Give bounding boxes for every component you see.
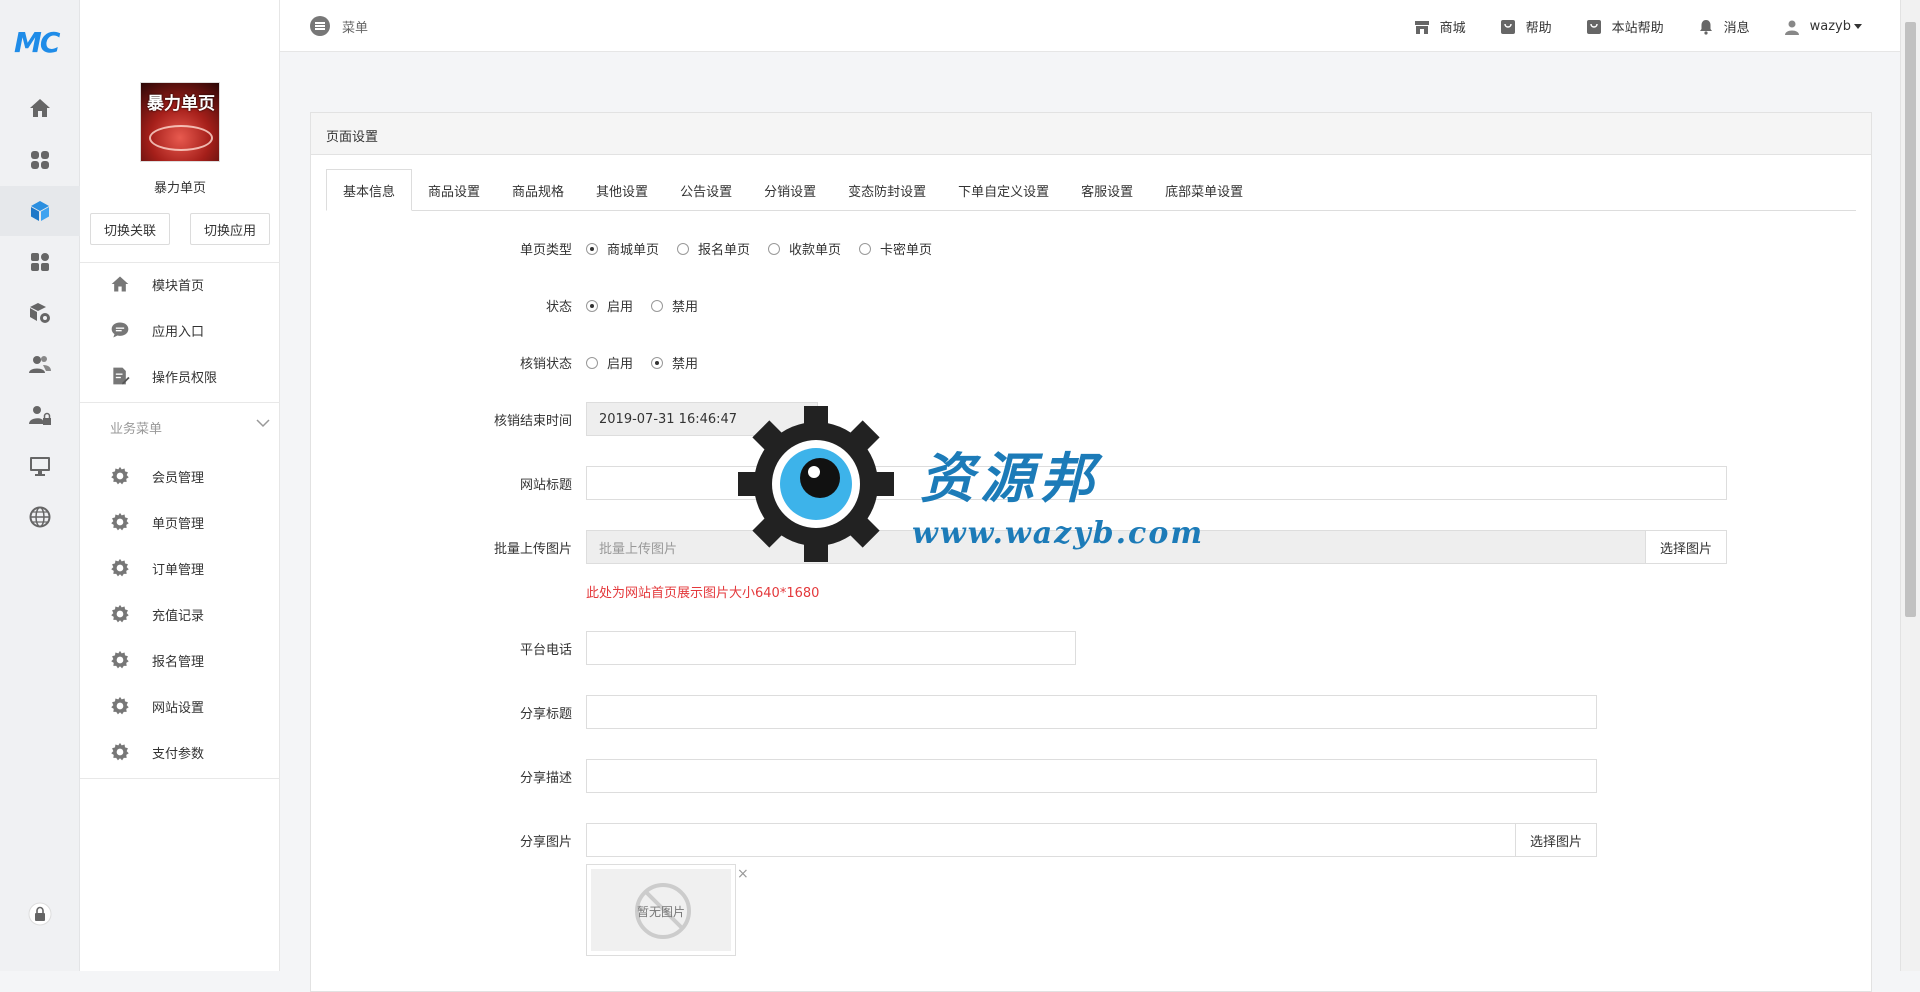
verify-status-options: 启用 禁用 (586, 353, 716, 372)
tab-order-custom-settings[interactable]: 下单自定义设置 (942, 169, 1065, 211)
sidebar-item-app-entry[interactable]: 应用入口 (80, 307, 280, 353)
tab-basic-info[interactable]: 基本信息 (326, 169, 413, 211)
sidebar: 暴力单页 暴力单页 切换关联 切换应用 模块首页 应用入口 操作员权限 业务菜单… (80, 0, 280, 971)
share-image-select-button[interactable]: 选择图片 (1515, 823, 1597, 857)
share-image-input[interactable] (586, 823, 1516, 857)
share-desc-label: 分享描述 (519, 771, 572, 786)
sidebar-item-order-management[interactable]: 订单管理 (80, 545, 280, 591)
remove-image-icon[interactable]: × (737, 866, 749, 882)
batch-upload-select-button[interactable]: 选择图片 (1645, 530, 1727, 564)
phone-label: 平台电话 (519, 643, 572, 658)
lock-icon[interactable] (0, 889, 80, 939)
status-label: 状态 (545, 300, 572, 315)
page-type-label: 单页类型 (519, 243, 572, 258)
watermark-gear-icon (738, 406, 894, 562)
user-menu[interactable]: wazyb (1784, 19, 1862, 35)
sidebar-item-member-management[interactable]: 会员管理 (80, 453, 280, 499)
sidebar-item-operator-permission[interactable]: 操作员权限 (80, 353, 280, 399)
status-options: 启用 禁用 (586, 296, 716, 315)
tab-product-specs[interactable]: 商品规格 (496, 169, 580, 211)
phone-input[interactable] (586, 631, 1076, 665)
sidebar-item-signup-management[interactable]: 报名管理 (80, 637, 280, 683)
chevron-down-icon (256, 419, 270, 428)
home-icon (111, 276, 129, 292)
share-desc-input[interactable] (586, 759, 1597, 793)
chat-icon (111, 322, 129, 338)
radio-status-enable[interactable]: 启用 (586, 296, 633, 315)
apps-icon[interactable] (0, 237, 80, 287)
topbar-link-site-help[interactable]: 本站帮助 (1586, 17, 1664, 36)
bag-icon (1500, 19, 1515, 34)
radio-status-disable[interactable]: 禁用 (651, 296, 698, 315)
users-icon[interactable] (0, 339, 80, 389)
logo[interactable]: MC (14, 26, 66, 59)
batch-upload-hint: 此处为网站首页展示图片大小640*1680 (586, 586, 820, 601)
sidebar-item-recharge-records[interactable]: 充值记录 (80, 591, 280, 637)
batch-upload-label: 批量上传图片 (493, 542, 572, 557)
topbar-link-help[interactable]: 帮助 (1500, 17, 1552, 36)
gear-icon (111, 466, 129, 485)
user-icon (1784, 20, 1799, 35)
radio-verify-enable[interactable]: 启用 (586, 353, 633, 372)
gear-icon (111, 742, 129, 761)
box-gear-icon[interactable] (0, 288, 80, 338)
share-image-preview: 暂无图片 (586, 864, 736, 956)
tab-notice-settings[interactable]: 公告设置 (664, 169, 748, 211)
bell-icon (1699, 19, 1712, 35)
page-type-options: 商城单页 报名单页 收款单页 卡密单页 (586, 239, 950, 258)
switch-link-button[interactable]: 切换关联 (90, 213, 170, 245)
radio-verify-disable[interactable]: 禁用 (651, 353, 698, 372)
share-title-input[interactable] (586, 695, 1597, 729)
radio-page-type-card[interactable]: 卡密单页 (859, 239, 932, 258)
monitor-icon[interactable] (0, 441, 80, 491)
gear-icon (111, 650, 129, 669)
share-image-label: 分享图片 (519, 835, 572, 850)
radio-page-type-mall[interactable]: 商城单页 (586, 239, 659, 258)
watermark: 资源邦 www.wazyb.com (736, 404, 1206, 564)
share-title-label: 分享标题 (519, 707, 572, 722)
app-thumbnail: 暴力单页 (140, 82, 220, 162)
business-menu-section[interactable]: 业务菜单 (110, 418, 270, 437)
app-name: 暴力单页 (153, 181, 206, 196)
menu-toggle[interactable]: 菜单 (310, 16, 368, 36)
tab-product-settings[interactable]: 商品设置 (412, 169, 496, 211)
verify-end-label: 核销结束时间 (493, 414, 572, 429)
gear-icon (111, 696, 129, 715)
radio-page-type-signup[interactable]: 报名单页 (677, 239, 750, 258)
tab-service-settings[interactable]: 客服设置 (1065, 169, 1149, 211)
edit-doc-icon (113, 367, 130, 385)
switch-app-button[interactable]: 切换应用 (190, 213, 270, 245)
caret-down-icon (1854, 24, 1862, 29)
icon-rail: MC (0, 0, 80, 971)
sidebar-item-site-settings[interactable]: 网站设置 (80, 683, 280, 729)
bag-icon (1586, 19, 1601, 34)
topbar-link-messages[interactable]: 消息 (1698, 17, 1750, 36)
panel-title: 页面设置 (311, 113, 1871, 155)
store-icon (1414, 20, 1429, 34)
top-bar: 菜单 商城 帮助 本站帮助 消息 wazyb (280, 0, 1900, 52)
tab-bar: 基本信息 商品设置 商品规格 其他设置 公告设置 分销设置 变态防封设置 下单自… (326, 169, 1856, 211)
page-scrollbar[interactable] (1900, 0, 1920, 971)
sidebar-item-payment-params[interactable]: 支付参数 (80, 729, 280, 775)
sidebar-item-page-management[interactable]: 单页管理 (80, 499, 280, 545)
home-icon[interactable] (0, 83, 80, 133)
sidebar-item-module-home[interactable]: 模块首页 (80, 261, 280, 307)
verify-status-label: 核销状态 (519, 357, 572, 372)
tab-bottom-menu-settings[interactable]: 底部菜单设置 (1149, 169, 1259, 211)
scrollbar-thumb[interactable] (1905, 22, 1916, 617)
globe-icon[interactable] (0, 492, 80, 542)
user-lock-icon[interactable] (0, 390, 80, 440)
gear-icon (111, 604, 129, 623)
grid-icon[interactable] (0, 135, 80, 185)
gear-icon (111, 512, 129, 531)
topbar-link-store[interactable]: 商城 (1414, 17, 1466, 36)
cube-icon[interactable] (0, 186, 80, 236)
site-title-label: 网站标题 (519, 478, 572, 493)
tab-distribution-settings[interactable]: 分销设置 (748, 169, 832, 211)
gear-icon (111, 558, 129, 577)
tab-other-settings[interactable]: 其他设置 (580, 169, 664, 211)
tab-anti-block-settings[interactable]: 变态防封设置 (832, 169, 942, 211)
menu-icon (310, 16, 330, 36)
radio-page-type-payment[interactable]: 收款单页 (768, 239, 841, 258)
